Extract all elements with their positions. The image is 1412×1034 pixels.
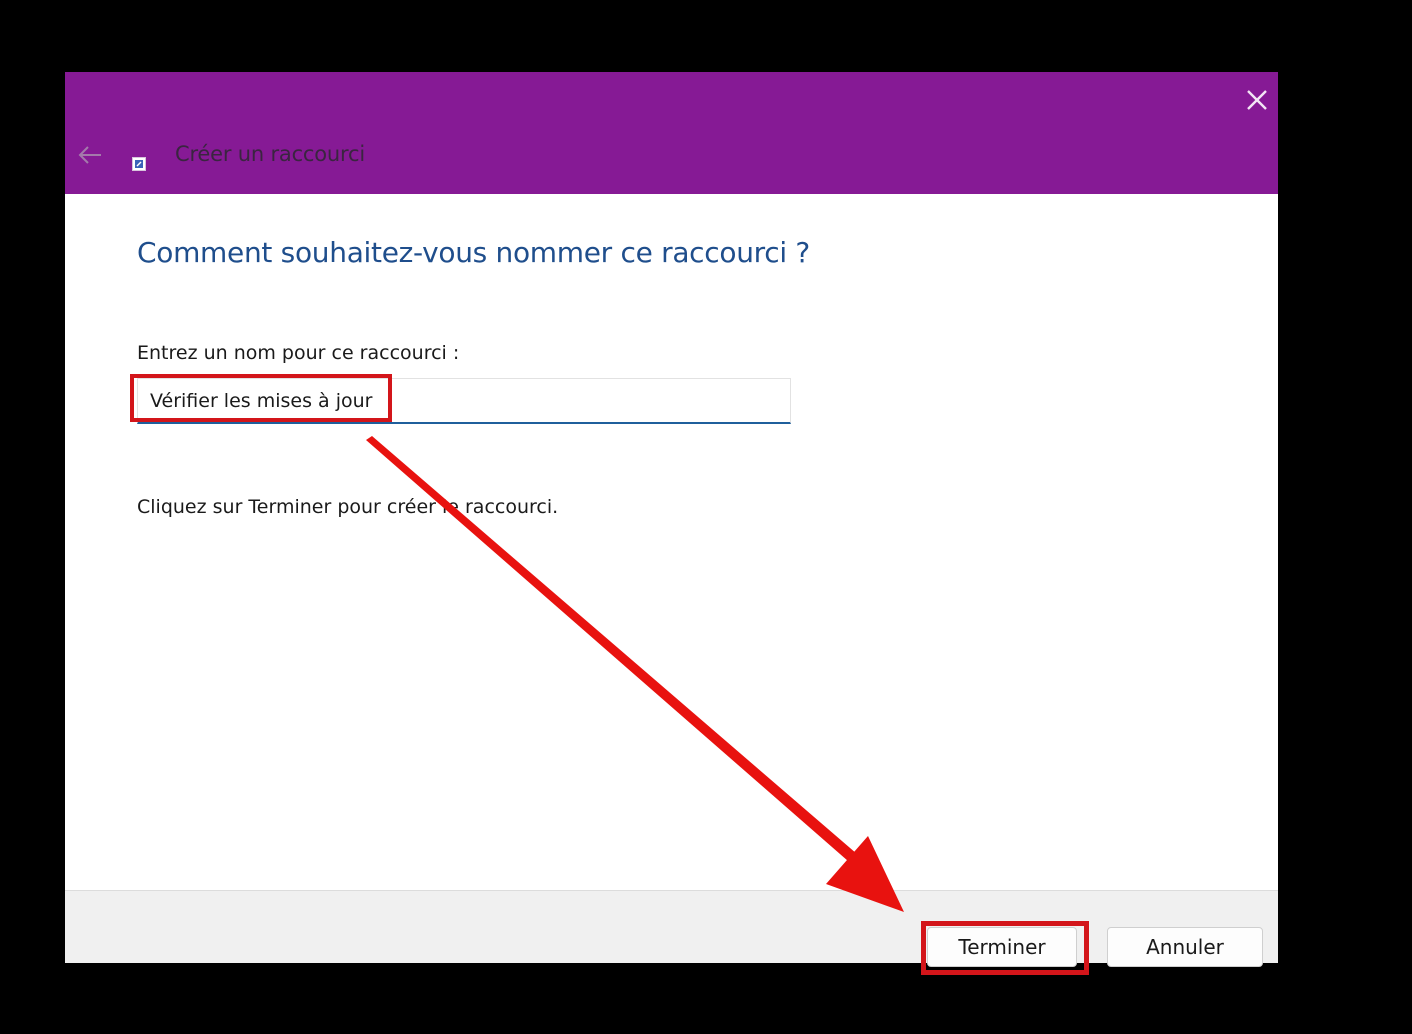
shortcut-name-label: Entrez un nom pour ce raccourci : [137,342,460,364]
close-icon [1247,90,1267,110]
dialog-footer: Terminer Annuler [65,890,1278,975]
shortcut-icon [132,157,146,171]
window-title: Créer un raccourci [175,142,365,166]
create-shortcut-dialog: Créer un raccourci Comment souhaitez-vou… [65,72,1278,975]
screen: Créer un raccourci Comment souhaitez-vou… [0,0,1412,1034]
finish-instruction: Cliquez sur Terminer pour créer le racco… [137,496,559,518]
page-heading: Comment souhaitez-vous nommer ce raccour… [137,236,810,269]
finish-button[interactable]: Terminer [927,927,1077,967]
shortcut-name-input[interactable] [137,378,791,424]
back-arrow-icon [78,146,101,164]
close-button[interactable] [1235,78,1279,122]
title-bar: Créer un raccourci [65,72,1278,194]
cancel-button[interactable]: Annuler [1107,927,1263,967]
back-button[interactable] [73,140,107,170]
